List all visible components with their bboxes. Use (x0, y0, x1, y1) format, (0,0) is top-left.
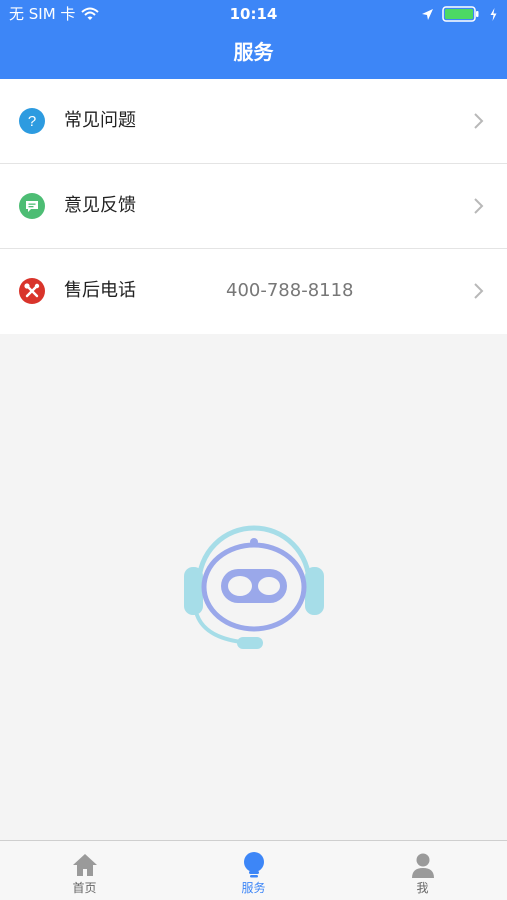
menu-item-label: 售后电话 (64, 280, 136, 301)
tab-bar: 首页 服务 我 (0, 840, 507, 900)
tab-me[interactable]: 我 (338, 841, 507, 900)
bulb-icon (244, 852, 264, 878)
tools-icon (19, 278, 45, 304)
tab-label: 服务 (241, 881, 266, 895)
chevron-right-icon (474, 198, 484, 214)
feedback-icon (19, 193, 45, 219)
phone-number: 400-788-8118 (226, 280, 354, 301)
question-icon: ? (19, 108, 45, 134)
status-bar: 无 SIM 卡 10:14 (0, 0, 507, 28)
page-title: 服务 (233, 40, 274, 64)
menu-item-feedback[interactable]: 意见反馈 (0, 164, 507, 249)
service-menu: ? 常见问题 意见反馈 售后电话 400-788-8118 (0, 79, 507, 334)
navigation-bar: 无 SIM 卡 10:14 服务 (0, 0, 507, 79)
menu-item-faq[interactable]: ? 常见问题 (0, 79, 507, 164)
person-icon (412, 853, 434, 878)
tab-home[interactable]: 首页 (0, 841, 169, 900)
status-indicators (421, 4, 497, 24)
menu-item-after-sales-phone[interactable]: 售后电话 400-788-8118 (0, 249, 507, 334)
chevron-right-icon (474, 113, 484, 129)
menu-item-label: 意见反馈 (64, 195, 136, 216)
menu-item-label: 常见问题 (64, 110, 136, 131)
customer-service-robot-icon (184, 525, 324, 649)
chevron-right-icon (474, 283, 484, 299)
location-arrow-icon (422, 8, 433, 20)
svg-text:?: ? (28, 113, 36, 130)
tab-label: 首页 (72, 881, 97, 895)
tab-label: 我 (416, 881, 429, 895)
home-icon (73, 854, 97, 876)
charging-bolt-icon (490, 7, 497, 21)
battery-icon (442, 6, 479, 22)
tab-service[interactable]: 服务 (169, 841, 338, 900)
